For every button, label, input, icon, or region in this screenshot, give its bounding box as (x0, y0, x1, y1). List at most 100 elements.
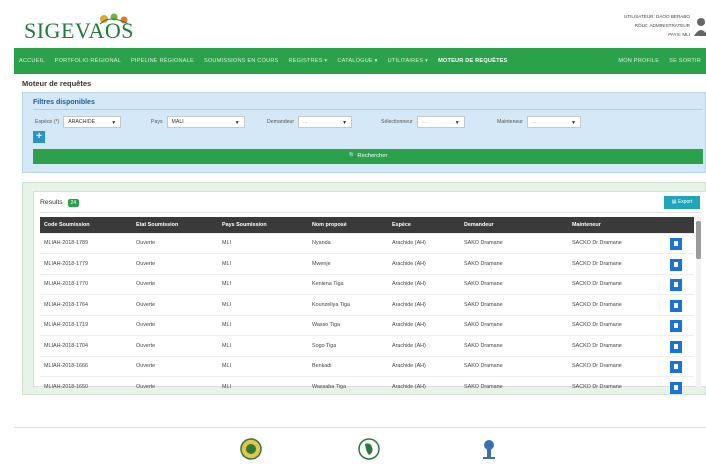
column-header-mainteneur[interactable]: Mainteneur (568, 217, 666, 233)
view-icon[interactable] (670, 299, 682, 312)
nav-accueil[interactable]: ACCUEIL (14, 58, 50, 64)
user-icon[interactable] (692, 16, 706, 38)
cell-nom: Mwenje (308, 253, 388, 274)
cell-pays: MLI (218, 314, 308, 336)
cell-etat: Ouverte (132, 273, 218, 295)
cell-espece: Arachide (AH) (388, 273, 460, 295)
table-row[interactable]: MLIAH-2018-1666 Ouverte MLI Benkadi Arachide… (40, 355, 694, 377)
cell-espece: Arachide (AH) (388, 314, 460, 336)
cell-demandeur: SAKO Dramane (460, 314, 568, 336)
search-button[interactable]: 🔍 Rechercher (33, 149, 703, 164)
cell-demandeur: SAKO Dramane (460, 273, 568, 295)
user-name: UTILISATEUR: DAOO BERABO (623, 14, 690, 19)
page-title: Moteur de requêtes (22, 79, 92, 88)
cell-demandeur: SAKO Dramane (460, 294, 568, 315)
column-header-demandeur[interactable]: Demandeur (460, 217, 568, 233)
cell-demandeur: SAKO Dramane (460, 355, 568, 377)
column-header-espece[interactable]: Espèce (388, 217, 460, 233)
nav-portfolio-regional[interactable]: PORTFOLIO RÉGIONAL (50, 58, 126, 64)
cell-pays: MLI (218, 376, 308, 397)
view-icon[interactable] (670, 361, 682, 374)
espece-select[interactable]: ARACHIDE ▼ (63, 115, 122, 128)
divider (40, 212, 702, 213)
results-table-body: MLIAH-2018-1789 Ouverte MLI Nyanda Arachide … (40, 232, 694, 397)
filter-mainteneur-label: Mainteneur (497, 118, 523, 125)
user-country: PAYS: MLI (668, 32, 690, 37)
table-row[interactable]: MLIAH-2018-1650 Ouverte MLI Wassaba Tiga Ara… (40, 376, 694, 397)
nav-registres[interactable]: REGISTRES ▾ (284, 58, 333, 64)
cell-mainteneur: SACKO Dr Dramane (568, 253, 666, 274)
nav-catalogue[interactable]: CATALOGUE ▾ (332, 58, 382, 64)
table-row[interactable]: MLIAH-2018-1779 Ouverte MLI Mwenje Arachide … (40, 253, 694, 274)
cell-mainteneur: SACKO Dr Dramane (568, 314, 666, 336)
view-icon[interactable] (670, 238, 682, 251)
table-header-row: Code Soumission Etat Soumission Pays Sou… (40, 217, 694, 233)
chevron-down-icon: ▼ (234, 119, 240, 126)
view-icon[interactable] (670, 382, 682, 394)
column-header-pays[interactable]: Pays Soumission (218, 217, 308, 233)
cell-pays: MLI (218, 273, 308, 295)
cell-etat: Ouverte (132, 253, 218, 274)
header: SIGEVAOS UTILISATEUR: DAOO BERABO RÔLE: … (14, 0, 706, 48)
add-filter-button[interactable]: + (33, 131, 45, 143)
demandeur-select[interactable]: ... ▼ (298, 115, 353, 128)
nav-soumissions-en-cours[interactable]: SOUMISSIONS EN COURS (199, 58, 284, 64)
column-header-actions (666, 217, 694, 233)
filter-selectionneur: Sélectionneur ... ▼ (381, 115, 465, 128)
nav-mon-profile[interactable]: MON PROFILE (613, 58, 664, 64)
user-role: RÔLE: ADMINISTRATEUR (634, 23, 690, 28)
cell-actions (666, 273, 694, 295)
column-header-etat[interactable]: Etat Soumission (132, 217, 218, 233)
view-icon[interactable] (670, 279, 682, 292)
nav-se-sortir[interactable]: SE SORTIR (664, 58, 706, 64)
export-label: Export (677, 199, 693, 205)
cell-actions (666, 335, 694, 356)
view-icon[interactable] (670, 320, 682, 333)
cell-actions (666, 232, 694, 254)
espece-select-value: ARACHIDE (68, 118, 96, 125)
column-header-nom[interactable]: Nom proposé (308, 217, 388, 233)
results-box: Results 24 ▤ Export Code Soumission Etat… (33, 191, 706, 397)
nav-utilitaires[interactable]: UTILITAIRES ▾ (383, 58, 433, 64)
table-row[interactable]: MLIAH-2018-1704 Ouverte MLI Sogo Tiga Arachi… (40, 335, 694, 356)
cell-demandeur: SAKO Dramane (460, 232, 568, 254)
column-header-code[interactable]: Code Soumission (40, 217, 132, 233)
selectionneur-select[interactable]: ... ▼ (416, 115, 465, 128)
filter-demandeur: Demandeur ... ▼ (267, 115, 353, 128)
table-row[interactable]: MLIAH-2018-1789 Ouverte MLI Nyanda Arachide … (40, 232, 694, 254)
view-icon[interactable] (670, 340, 682, 353)
filter-espece: Espèce (*) ARACHIDE ▼ (35, 115, 122, 128)
uemoa-logo-icon (358, 438, 380, 460)
cell-actions (666, 294, 694, 315)
nav-moteur-de-requetes[interactable]: MOTEUR DE REQUÊTES (433, 58, 513, 64)
results-table: Code Soumission Etat Soumission Pays Sou… (40, 217, 694, 397)
cilss-logo-icon (483, 440, 495, 459)
filters-title: Filtres disponibles (33, 99, 95, 106)
table-row[interactable]: MLIAH-2018-1770 Ouverte MLI Keniena Tiga Ara… (40, 273, 694, 295)
cell-code: MLIAH-2018-1704 (40, 335, 132, 356)
view-icon[interactable] (670, 258, 682, 271)
table-scrollbar[interactable] (696, 217, 701, 387)
scrollbar-thumb[interactable] (696, 221, 701, 259)
mainteneur-select[interactable]: ... ▼ (526, 115, 581, 128)
cell-mainteneur: SACKO Dr Dramane (568, 232, 666, 254)
cell-nom: Sogo Tiga (308, 335, 388, 356)
table-row[interactable]: MLIAH-2018-1719 Ouverte MLI Wasso Tiga Arach… (40, 314, 694, 336)
cell-code: MLIAH-2018-1779 (40, 253, 132, 274)
cell-code: MLIAH-2018-1650 (40, 376, 132, 397)
table-row[interactable]: MLIAH-2018-1764 Ouverte MLI Kounzeliya Tiga… (40, 294, 694, 315)
cell-nom: Nyanda (308, 232, 388, 254)
nav-pipeline-regionale[interactable]: PIPELINE RÉGIONALE (126, 58, 199, 64)
cell-mainteneur: SACKO Dr Dramane (568, 294, 666, 315)
cell-espece: Arachide (AH) (388, 355, 460, 377)
filter-espece-label: Espèce (*) (35, 118, 60, 125)
pays-select[interactable]: MALI ▼ (166, 115, 245, 128)
results-count-badge: 24 (67, 199, 80, 207)
cell-actions (666, 376, 694, 397)
export-button[interactable]: ▤ Export (664, 196, 700, 209)
cell-code: MLIAH-2018-1770 (40, 273, 132, 295)
cell-mainteneur: SACKO Dr Dramane (568, 273, 666, 295)
cell-demandeur: SAKO Dramane (460, 376, 568, 397)
cell-nom: Kounzeliya Tiga (308, 294, 388, 315)
cell-etat: Ouverte (132, 314, 218, 336)
